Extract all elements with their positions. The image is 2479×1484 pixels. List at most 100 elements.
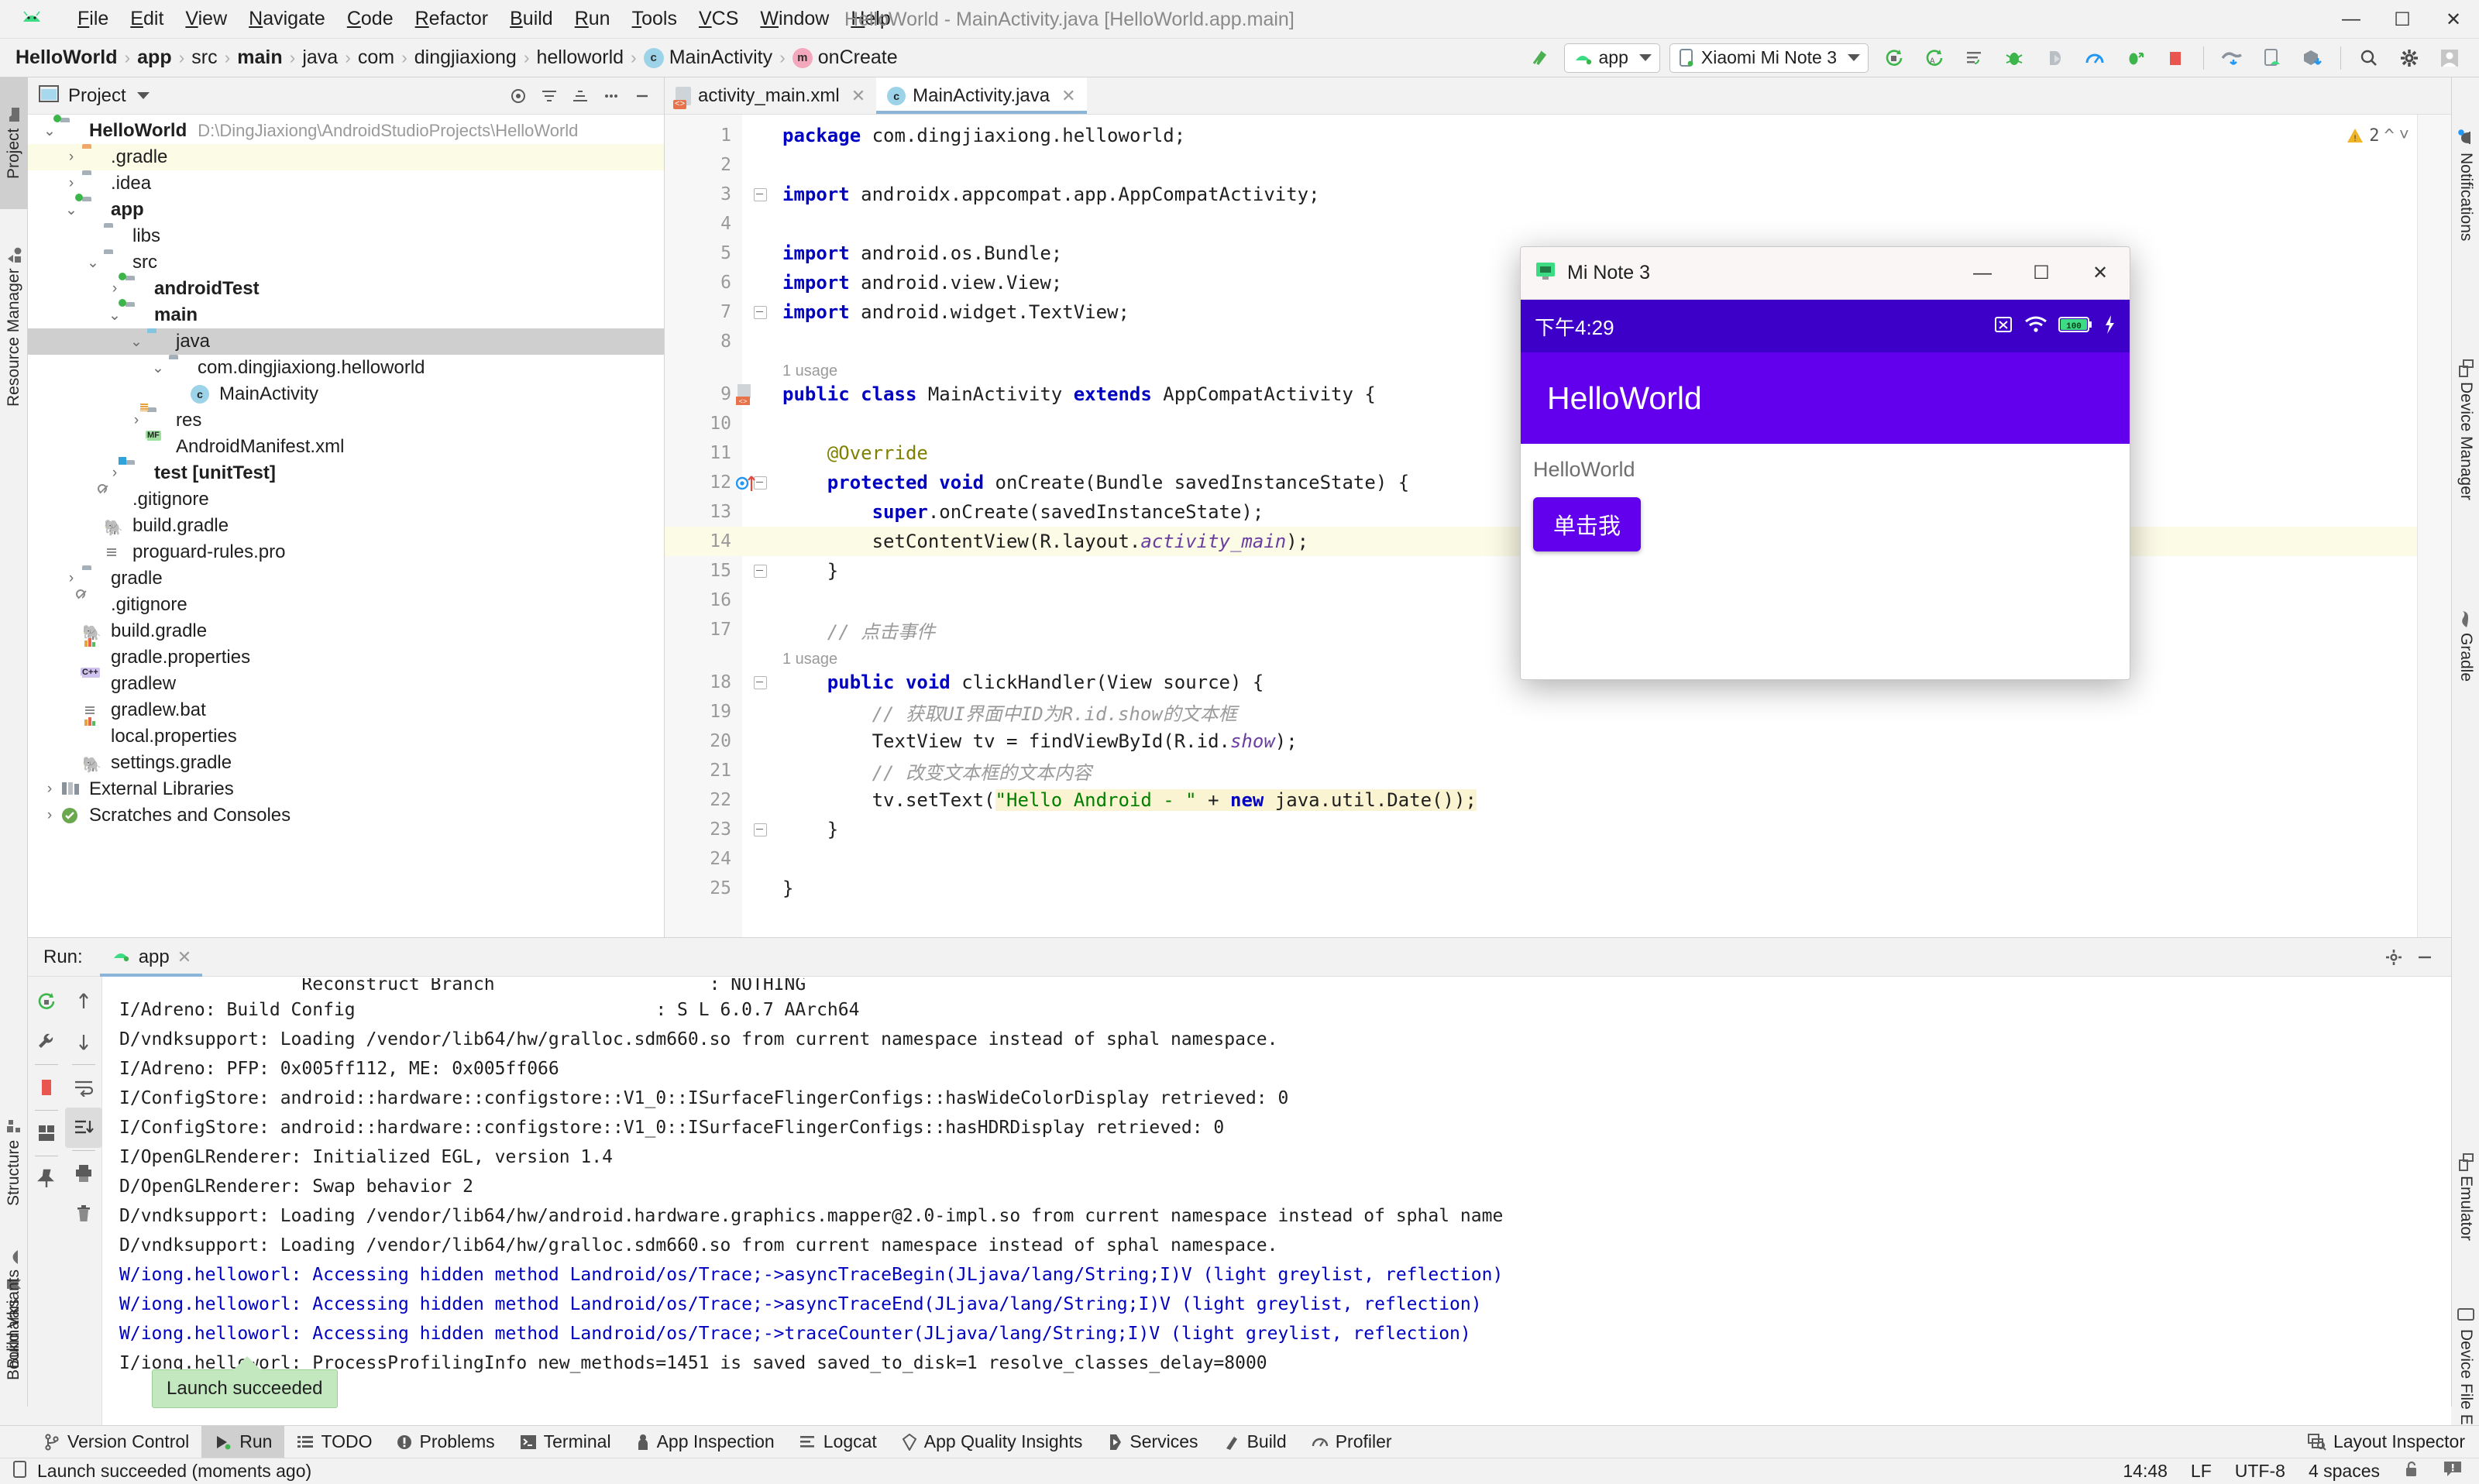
code-line[interactable]: 4 xyxy=(665,209,2451,239)
click-me-button[interactable]: 单击我 xyxy=(1533,497,1642,551)
fold-marker-icon[interactable] xyxy=(751,674,768,691)
close-icon[interactable]: ✕ xyxy=(1061,86,1075,106)
emulator-window[interactable]: Mi Note 3 — ☐ ✕ 下午4:29 100 HelloWorld He… xyxy=(1520,246,2130,680)
tree-node[interactable]: › External Libraries xyxy=(28,776,664,802)
menu-item-tools[interactable]: Tools xyxy=(621,5,688,33)
menu-item-code[interactable]: Code xyxy=(336,5,404,33)
tree-node[interactable]: ⌄ java xyxy=(28,328,664,355)
status-line-separator[interactable]: LF xyxy=(2191,1461,2212,1482)
bottom-tab-logcat[interactable]: Logcat xyxy=(787,1426,889,1458)
chevron-down-icon[interactable]: ⌄ xyxy=(104,307,125,325)
breadcrumb-item-main[interactable]: main xyxy=(237,46,282,69)
menu-item-vcs[interactable]: VCS xyxy=(688,5,749,33)
rerun-auto-icon[interactable]: A xyxy=(1916,43,1951,74)
menu-item-run[interactable]: Run xyxy=(564,5,621,33)
maximize-button[interactable]: ☐ xyxy=(2377,0,2428,39)
editor-tab-activity_mainxml[interactable]: activity_main.xml ✕ xyxy=(665,77,876,114)
search-icon[interactable] xyxy=(2351,43,2387,74)
tree-node[interactable]: › test [unitTest] xyxy=(28,457,664,486)
status-encoding[interactable]: UTF-8 xyxy=(2235,1461,2285,1482)
stop-icon[interactable] xyxy=(28,1067,65,1108)
sidebar-item-resource-manager[interactable]: Resource Manager xyxy=(0,211,28,443)
chevron-right-icon[interactable]: › xyxy=(104,280,125,297)
tree-node[interactable]: ⌄ HelloWorld D:\DingJiaxiong\AndroidStudio… xyxy=(28,115,664,144)
bottom-tab-appqualityinsights[interactable]: App Quality Insights xyxy=(889,1426,1095,1458)
editor-tab-mainactivityjava[interactable]: c MainActivity.java ✕ xyxy=(876,77,1087,114)
settings-icon[interactable] xyxy=(2378,942,2409,973)
code-line[interactable]: 2 xyxy=(665,150,2451,180)
menu-item-view[interactable]: View xyxy=(174,5,238,33)
tree-node[interactable]: 🐘 build.gradle xyxy=(28,513,664,539)
chevron-down-icon[interactable]: ⌄ xyxy=(60,201,82,219)
breadcrumb-item-mainactivity[interactable]: c MainActivity xyxy=(643,46,772,69)
hide-icon[interactable] xyxy=(2409,942,2440,973)
code-line[interactable]: 25} xyxy=(665,874,2451,903)
bottom-tab-appinspection[interactable]: App Inspection xyxy=(624,1426,787,1458)
class-gutter-icon[interactable]: <> xyxy=(736,384,756,409)
device-selector[interactable]: Xiaomi Mi Note 3 xyxy=(1669,43,1869,73)
breadcrumb-item-com[interactable]: com xyxy=(358,46,394,69)
close-icon[interactable]: ✕ xyxy=(851,86,865,106)
bottom-tab-services[interactable]: Services xyxy=(1095,1426,1210,1458)
code-line[interactable]: 24 xyxy=(665,844,2451,874)
apply-changes-icon[interactable] xyxy=(1956,43,1992,74)
gradle-sync-icon[interactable] xyxy=(2214,43,2250,74)
breadcrumb-item-dingjiaxiong[interactable]: dingjiaxiong xyxy=(414,46,517,69)
settings-icon[interactable] xyxy=(596,81,627,112)
bottom-tab-build[interactable]: Build xyxy=(1211,1426,1299,1458)
tree-node[interactable]: ⌄ com.dingjiaxiong.helloworld xyxy=(28,355,664,381)
code-line[interactable]: 3 import androidx.appcompat.app.AppCompat… xyxy=(665,180,2451,209)
chevron-down-icon-warn[interactable]: ˅ xyxy=(2399,125,2409,146)
debug-icon[interactable] xyxy=(1996,43,2032,74)
tree-node[interactable]: gradlew.bat xyxy=(28,697,664,723)
warning-count[interactable]: ! 2 ^ ˅ xyxy=(2346,125,2409,146)
menu-item-edit[interactable]: Edit xyxy=(119,5,174,33)
tree-node[interactable]: ⌄ src xyxy=(28,249,664,276)
code-line[interactable]: 19 // 获取UI界面中ID为R.id.show的文本框 xyxy=(665,697,2451,727)
run-configuration-selector[interactable]: app xyxy=(1563,43,1660,73)
tree-node[interactable]: MF AndroidManifest.xml xyxy=(28,431,664,460)
profile-run-icon[interactable] xyxy=(2037,43,2072,74)
console-output[interactable]: Reconstruct Branch : NOTHING I/Adreno: Bu… xyxy=(102,977,2436,1426)
sidebar-item-gradle[interactable]: Gradle xyxy=(2452,570,2479,725)
sidebar-item-build-variants[interactable]: Build Variants xyxy=(0,1213,28,1407)
breadcrumb-item-helloworld[interactable]: helloworld xyxy=(536,46,624,69)
wrench-icon[interactable] xyxy=(28,1022,65,1062)
chevron-right-icon[interactable]: › xyxy=(125,412,147,429)
chevron-down-icon[interactable]: ⌄ xyxy=(147,359,169,377)
run-icon[interactable] xyxy=(1876,43,1911,74)
settings-icon[interactable] xyxy=(2391,43,2427,74)
layout-icon[interactable] xyxy=(28,1113,65,1153)
code-line[interactable]: 22 tv.setText("Hello Android - " + new j… xyxy=(665,785,2451,815)
scroll-down-icon[interactable] xyxy=(65,1022,102,1062)
chevron-right-icon[interactable]: › xyxy=(60,149,82,166)
tree-node[interactable]: ⌄ app xyxy=(28,194,664,223)
tree-node[interactable]: .gitignore xyxy=(28,589,664,618)
pin-icon[interactable] xyxy=(28,1159,65,1199)
sidebar-item-device-manager[interactable]: Device Manager xyxy=(2452,302,2479,558)
fold-marker-icon[interactable] xyxy=(751,304,768,321)
breadcrumb-item-oncreate[interactable]: m onCreate xyxy=(792,46,898,69)
tree-node[interactable]: gradle.properties xyxy=(28,638,664,671)
scroll-to-end-icon[interactable] xyxy=(65,1108,102,1148)
hide-icon[interactable] xyxy=(627,81,658,112)
bottom-tab-profiler[interactable]: Profiler xyxy=(1299,1426,1405,1458)
chevron-right-icon[interactable]: › xyxy=(60,175,82,192)
tree-node[interactable]: › androidTest xyxy=(28,273,664,302)
emulator-close-button[interactable]: ✕ xyxy=(2071,247,2130,300)
tree-node[interactable]: › gradle xyxy=(28,565,664,592)
tree-node[interactable]: local.properties xyxy=(28,717,664,750)
emulator-minimize-button[interactable]: — xyxy=(1953,247,2012,300)
bottom-tab-terminal[interactable]: Terminal xyxy=(507,1426,624,1458)
menu-item-window[interactable]: Window xyxy=(749,5,840,33)
unlocked-icon[interactable] xyxy=(2403,1460,2420,1483)
override-gutter-icon[interactable] xyxy=(735,474,759,496)
build-icon[interactable] xyxy=(1521,43,1557,74)
breadcrumb-item-app[interactable]: app xyxy=(137,46,171,69)
tree-node[interactable]: › res xyxy=(28,404,664,434)
close-icon[interactable]: ✕ xyxy=(177,947,191,967)
fold-marker-icon[interactable] xyxy=(751,186,768,203)
profiler-icon[interactable] xyxy=(2077,43,2113,74)
status-indent[interactable]: 4 spaces xyxy=(2309,1461,2380,1482)
tree-node[interactable]: ⌄ main xyxy=(28,299,664,328)
